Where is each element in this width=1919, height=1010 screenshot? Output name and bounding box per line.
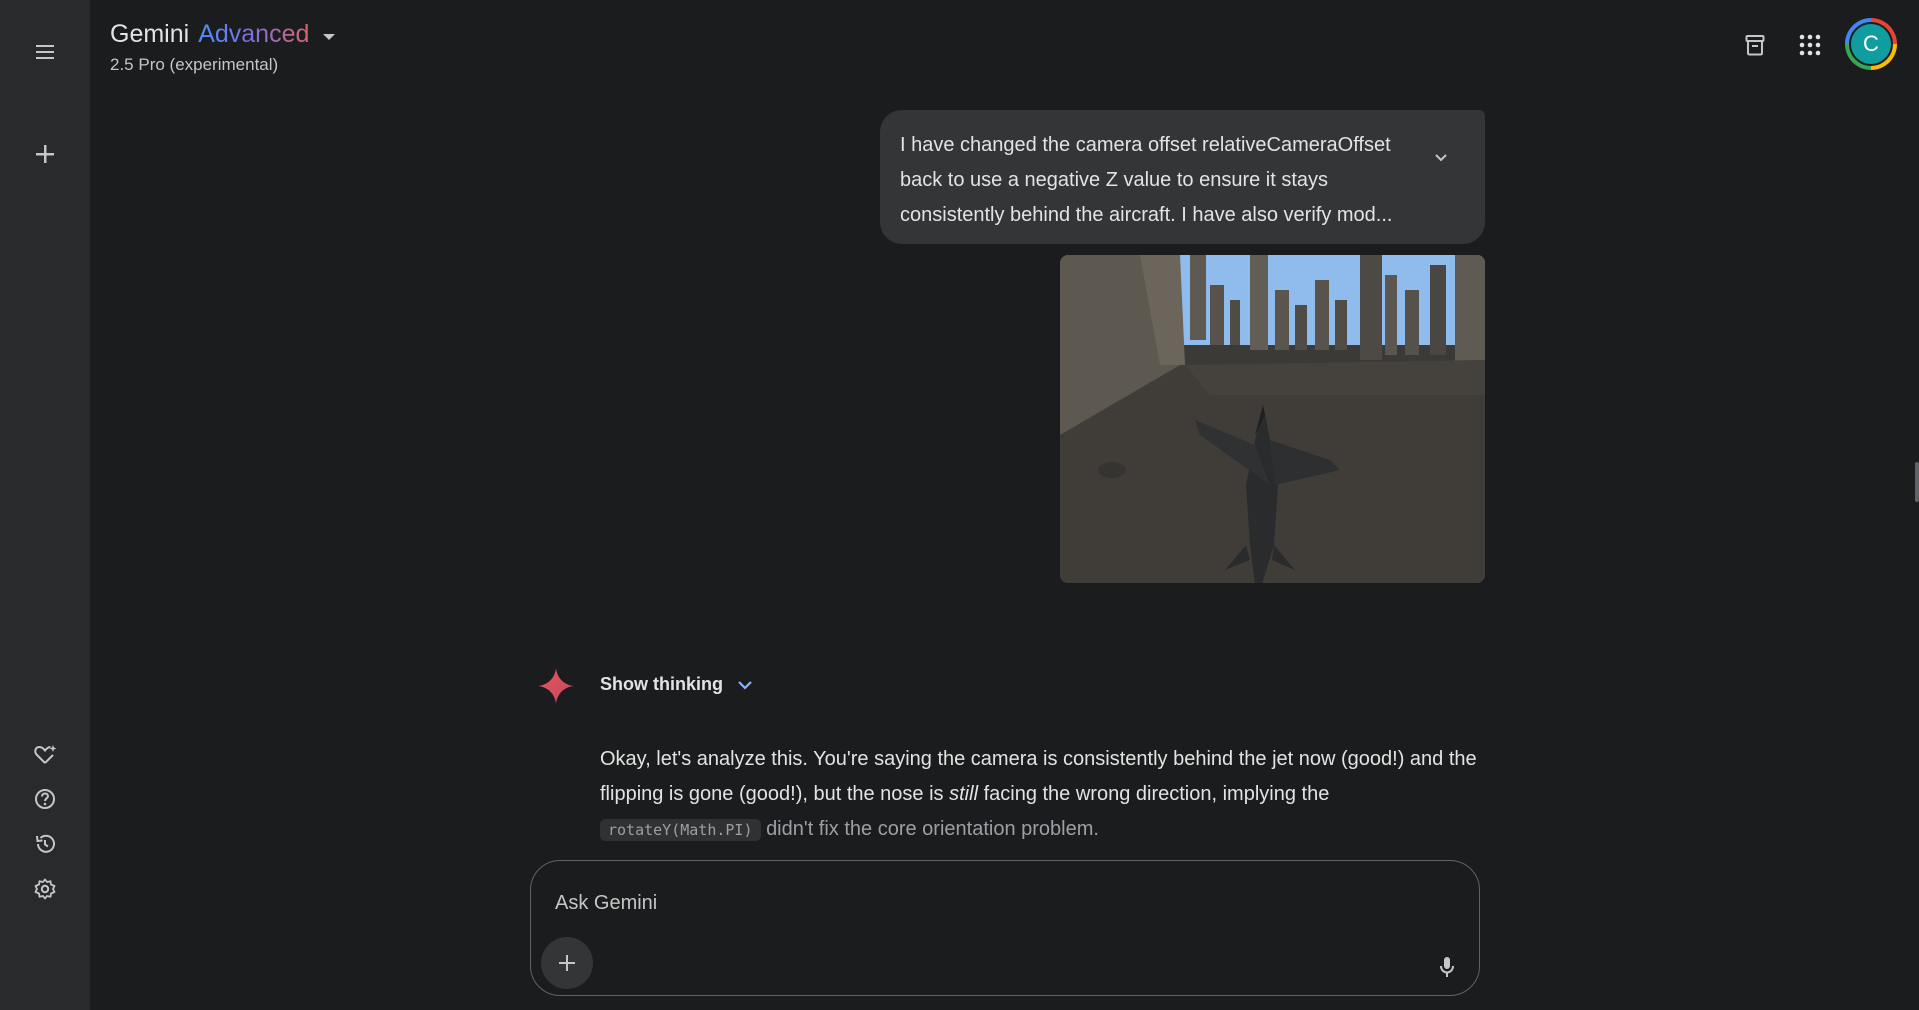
app-title-accent: Advanced (198, 20, 310, 48)
microphone-button[interactable] (1433, 953, 1461, 981)
sidebar (0, 0, 90, 1010)
user-message-text: I have changed the camera offset relativ… (900, 134, 1393, 226)
attached-image[interactable] (1060, 255, 1485, 583)
inline-code: rotateY(Math.PI) (600, 819, 761, 841)
menu-button[interactable] (25, 32, 65, 72)
caret-down-icon (323, 33, 336, 40)
chevron-down-icon (738, 680, 752, 690)
mic-icon (1440, 957, 1454, 977)
help-icon (35, 789, 55, 809)
plus-icon (36, 145, 54, 163)
model-switcher[interactable]: Gemini Advanced (110, 20, 336, 49)
expand-message-button[interactable] (1425, 142, 1457, 174)
avatar-letter: C (1849, 22, 1893, 66)
activity-button[interactable] (25, 824, 65, 864)
settings-button[interactable] (25, 869, 65, 909)
chevron-down-icon (1435, 154, 1447, 162)
response-part-2: facing the wrong direction, implying the (978, 783, 1330, 805)
menu-icon (36, 45, 54, 59)
scrollbar-thumb[interactable] (1915, 462, 1919, 502)
archive-button[interactable] (1735, 25, 1775, 65)
response-emphasis: still (949, 783, 979, 805)
gear-icon (34, 878, 56, 900)
archive-icon (1745, 35, 1765, 56)
response-part-3: didn't fix the core orientation problem. (766, 818, 1099, 840)
response-text: Okay, let's analyze this. You're saying … (600, 742, 1480, 848)
upload-button[interactable] (541, 937, 593, 989)
google-apps-button[interactable] (1790, 25, 1830, 65)
help-button[interactable] (25, 779, 65, 819)
gem-heart-icon (34, 745, 57, 764)
prompt-input[interactable] (555, 883, 1435, 923)
user-message-bubble: I have changed the camera offset relativ… (880, 110, 1485, 244)
show-thinking-label: Show thinking (600, 674, 723, 694)
history-icon (36, 834, 55, 853)
model-name: 2.5 Pro (experimental) (110, 55, 279, 74)
flight-sim-screenshot (1060, 255, 1485, 583)
gemini-sparkle-icon (538, 668, 574, 704)
app-title: Gemini (110, 20, 190, 48)
account-avatar[interactable]: C (1845, 18, 1897, 70)
apps-grid-icon (1799, 34, 1821, 56)
show-thinking-toggle[interactable]: Show thinking (600, 674, 753, 695)
plus-icon (559, 955, 575, 971)
new-chat-button[interactable] (25, 134, 65, 174)
gem-manager-button[interactable] (25, 735, 65, 775)
prompt-box (530, 860, 1480, 996)
